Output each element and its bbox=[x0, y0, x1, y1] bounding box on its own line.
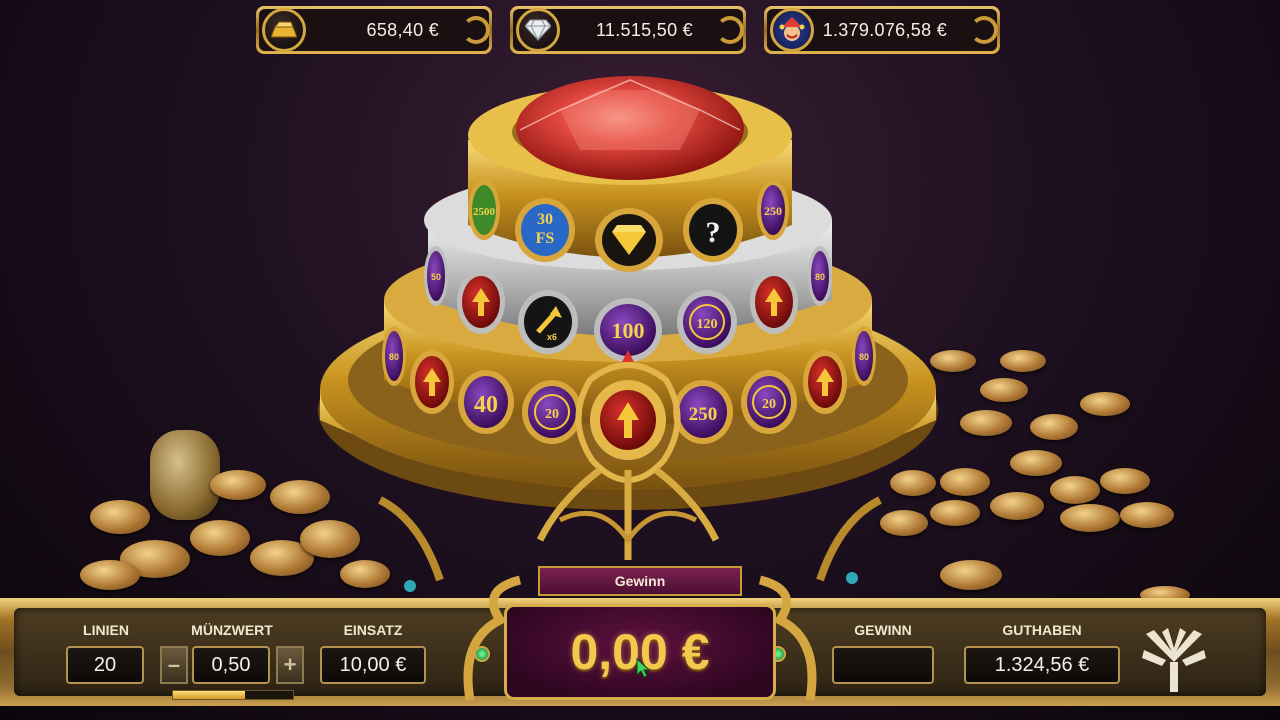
svg-text:30: 30 bbox=[537, 211, 553, 228]
win-value-box bbox=[832, 646, 934, 684]
svg-text:20: 20 bbox=[545, 407, 559, 422]
svg-text:80: 80 bbox=[389, 352, 399, 362]
mid-120-token: 120 bbox=[677, 290, 737, 354]
bot-20-token-2: 20 bbox=[741, 370, 797, 434]
svg-text:x6: x6 bbox=[547, 332, 557, 342]
svg-text:FS: FS bbox=[536, 230, 555, 247]
svg-text:80: 80 bbox=[859, 352, 869, 362]
mid-arrow-token-2 bbox=[750, 270, 798, 334]
svg-text:100: 100 bbox=[612, 318, 645, 343]
top-diamond-token bbox=[595, 208, 663, 272]
bot-arrow-token-center bbox=[590, 380, 666, 460]
cursor-pointer-icon bbox=[636, 658, 650, 678]
bet-label: EINSATZ bbox=[343, 622, 403, 638]
win-label: GEWINN bbox=[854, 622, 912, 638]
svg-text:250: 250 bbox=[689, 404, 718, 425]
svg-text:80: 80 bbox=[815, 272, 825, 282]
bot-80-right-token: 80 bbox=[852, 326, 876, 386]
lines-label: LINIEN bbox=[83, 622, 129, 638]
yggdrasil-logo-icon[interactable] bbox=[1140, 626, 1208, 692]
bet-value-box[interactable]: 10,00 € bbox=[320, 646, 426, 684]
bot-250-token: 250 bbox=[673, 380, 733, 444]
balance-label: GUTHABEN bbox=[1002, 622, 1082, 638]
svg-text:2500: 2500 bbox=[473, 206, 496, 218]
coin-value-label: MÜNZWERT bbox=[191, 622, 273, 638]
coin-plus-button[interactable]: + bbox=[276, 646, 304, 684]
coin-value-box: 0,50 bbox=[192, 646, 270, 684]
lines-value-box[interactable]: 20 bbox=[66, 646, 144, 684]
win-amount-box: 0,00 € bbox=[504, 604, 776, 700]
coin-value-slider[interactable] bbox=[172, 690, 294, 700]
coin-value-slider-fill bbox=[173, 691, 245, 699]
bot-80-left-token: 80 bbox=[382, 326, 406, 386]
top-mystery-token: ? bbox=[683, 198, 743, 262]
bonus-wheel: 2500 30 FS ? 250 50 x6 100 120 80 80 40 … bbox=[318, 76, 938, 592]
svg-text:20: 20 bbox=[762, 397, 776, 412]
top-250-token: 250 bbox=[757, 180, 789, 240]
bot-40-token: 40 bbox=[458, 370, 514, 434]
mid-multiplier-token: x6 bbox=[518, 290, 578, 354]
svg-text:?: ? bbox=[706, 216, 721, 249]
win-frame-gem-left bbox=[474, 646, 490, 662]
mid-50-token: 50 bbox=[424, 246, 448, 306]
bot-arrow-token-1 bbox=[410, 350, 454, 414]
bot-arrow-token-2 bbox=[803, 350, 847, 414]
svg-text:120: 120 bbox=[697, 317, 718, 332]
svg-text:40: 40 bbox=[474, 392, 498, 418]
game-stage: 658,40 € 11.515,50 € 1.379.076,58 € 2500… bbox=[0, 0, 1280, 720]
svg-text:50: 50 bbox=[431, 272, 441, 282]
win-tab-label: Gewinn bbox=[538, 566, 742, 596]
svg-text:250: 250 bbox=[764, 204, 782, 218]
coin-minus-button[interactable]: – bbox=[160, 646, 188, 684]
bot-20-token-1: 20 bbox=[522, 380, 582, 444]
mid-arrow-token-1 bbox=[457, 270, 505, 334]
balance-value-box: 1.324,56 € bbox=[964, 646, 1120, 684]
top-free-spins-token: 30 FS bbox=[515, 198, 575, 262]
mid-80-token: 80 bbox=[808, 246, 832, 306]
win-display: Gewinn 0,00 € bbox=[460, 560, 820, 706]
ruby-gem bbox=[516, 76, 744, 180]
top-2500-token: 2500 bbox=[468, 180, 500, 240]
